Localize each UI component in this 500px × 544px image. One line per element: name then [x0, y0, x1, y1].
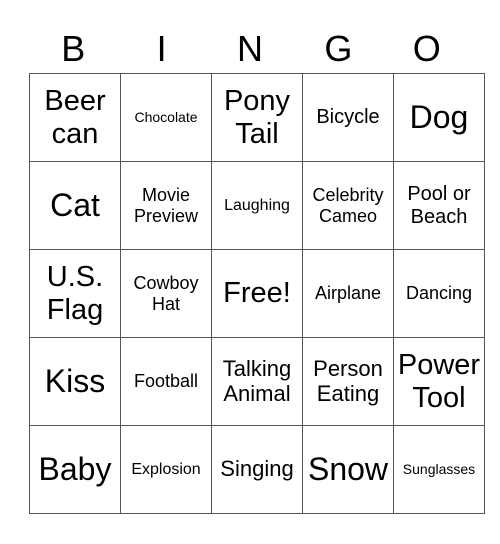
bingo-cell[interactable]: Pool or Beach	[393, 161, 485, 250]
bingo-cell[interactable]: U.S. Flag	[29, 249, 121, 338]
bingo-cell[interactable]: Snow	[302, 425, 394, 514]
header-letter-o: O	[412, 28, 441, 69]
bingo-cell[interactable]: Laughing	[211, 161, 303, 250]
bingo-cell[interactable]: Bicycle	[302, 73, 394, 162]
board-row: Cat Movie Preview Laughing Celebrity Cam…	[29, 161, 485, 250]
board-row: Beer can Chocolate Pony Tail Bicycle Dog	[29, 73, 485, 162]
header-letter-n: N	[236, 28, 263, 69]
bingo-cell[interactable]: Football	[120, 337, 212, 426]
bingo-header: B I N G O	[29, 26, 471, 72]
board-row: U.S. Flag Cowboy Hat Free! Airplane Danc…	[29, 249, 485, 338]
bingo-cell[interactable]: Explosion	[120, 425, 212, 514]
bingo-cell[interactable]: Beer can	[29, 73, 121, 162]
bingo-cell[interactable]: Cat	[29, 161, 121, 250]
board-row: Baby Explosion Singing Snow Sunglasses	[29, 425, 485, 514]
bingo-cell[interactable]: Baby	[29, 425, 121, 514]
bingo-cell[interactable]: Pony Tail	[211, 73, 303, 162]
bingo-cell[interactable]: Kiss	[29, 337, 121, 426]
bingo-cell[interactable]: Talking Animal	[211, 337, 303, 426]
bingo-cell[interactable]: Movie Preview	[120, 161, 212, 250]
bingo-cell[interactable]: Sunglasses	[393, 425, 485, 514]
bingo-cell[interactable]: Chocolate	[120, 73, 212, 162]
bingo-cell[interactable]: Person Eating	[302, 337, 394, 426]
bingo-cell[interactable]: Power Tool	[393, 337, 485, 426]
bingo-cell[interactable]: Cowboy Hat	[120, 249, 212, 338]
header-letter-i: I	[156, 28, 167, 69]
bingo-board: Beer can Chocolate Pony Tail Bicycle Dog…	[29, 73, 485, 514]
header-letter-b: B	[61, 28, 86, 69]
bingo-cell[interactable]: Dog	[393, 73, 485, 162]
bingo-cell[interactable]: Celebrity Cameo	[302, 161, 394, 250]
free-space-cell[interactable]: Free!	[211, 249, 303, 338]
bingo-cell[interactable]: Dancing	[393, 249, 485, 338]
bingo-cell[interactable]: Singing	[211, 425, 303, 514]
bingo-cell[interactable]: Airplane	[302, 249, 394, 338]
header-letter-g: G	[324, 28, 353, 69]
board-row: Kiss Football Talking Animal Person Eati…	[29, 337, 485, 426]
